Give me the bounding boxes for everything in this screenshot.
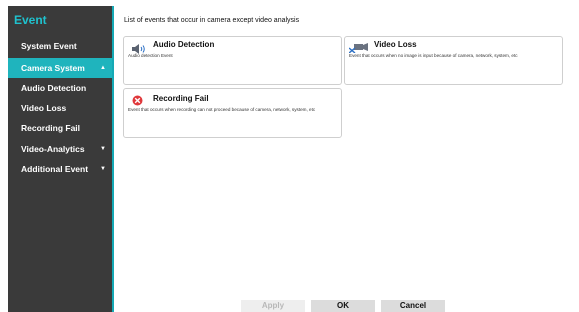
sidebar-item-label: Camera System <box>21 63 85 73</box>
page-heading: List of events that occur in camera exce… <box>124 17 300 24</box>
sidebar-item-label: Audio Detection <box>21 83 87 93</box>
sidebar-item-label: Video Loss <box>21 103 67 113</box>
card-title: Video Loss <box>374 40 417 49</box>
sidebar-item-system-event[interactable]: System Event <box>8 36 112 56</box>
sidebar-item-camera-system[interactable]: Camera System ▲ <box>8 58 112 78</box>
ok-button[interactable]: OK <box>311 300 375 312</box>
sidebar-item-video-loss[interactable]: Video Loss <box>8 98 112 118</box>
card-title: Recording Fail <box>153 94 209 103</box>
chevron-down-icon: ▼ <box>100 166 106 172</box>
sidebar-item-additional-event[interactable]: Additional Event ▼ <box>8 159 112 179</box>
cancel-button[interactable]: Cancel <box>381 300 445 312</box>
event-card-video-loss[interactable]: Video Loss Event that occurs when no ima… <box>344 36 563 85</box>
sidebar-item-recording-fail[interactable]: Recording Fail <box>8 118 112 138</box>
card-description: Event that occurs when recording can not… <box>128 107 316 112</box>
event-settings-window: Event System Event Camera System ▲ Audio… <box>0 0 579 312</box>
sidebar-item-audio-detection[interactable]: Audio Detection <box>8 78 112 98</box>
chevron-down-icon: ▼ <box>100 146 106 152</box>
sidebar: Event System Event Camera System ▲ Audio… <box>8 6 112 312</box>
sidebar-item-label: Recording Fail <box>21 123 81 133</box>
sidebar-item-label: Video-Analytics <box>21 144 85 154</box>
card-description: Event that occurs when no image is input… <box>349 53 518 58</box>
sidebar-item-label: Additional Event <box>21 164 89 174</box>
sidebar-item-video-analytics[interactable]: Video-Analytics ▼ <box>8 139 112 159</box>
sidebar-item-label: System Event <box>21 41 77 51</box>
chevron-up-icon: ▲ <box>100 65 106 71</box>
card-description: Audio detection Event <box>128 53 173 58</box>
main-panel: List of events that occur in camera exce… <box>114 6 571 312</box>
card-title: Audio Detection <box>153 40 215 49</box>
event-card-recording-fail[interactable]: Recording Fail Event that occurs when re… <box>123 88 342 138</box>
apply-button[interactable]: Apply <box>241 300 305 312</box>
event-card-audio-detection[interactable]: Audio Detection Audio detection Event <box>123 36 342 85</box>
sidebar-title: Event <box>14 13 47 27</box>
